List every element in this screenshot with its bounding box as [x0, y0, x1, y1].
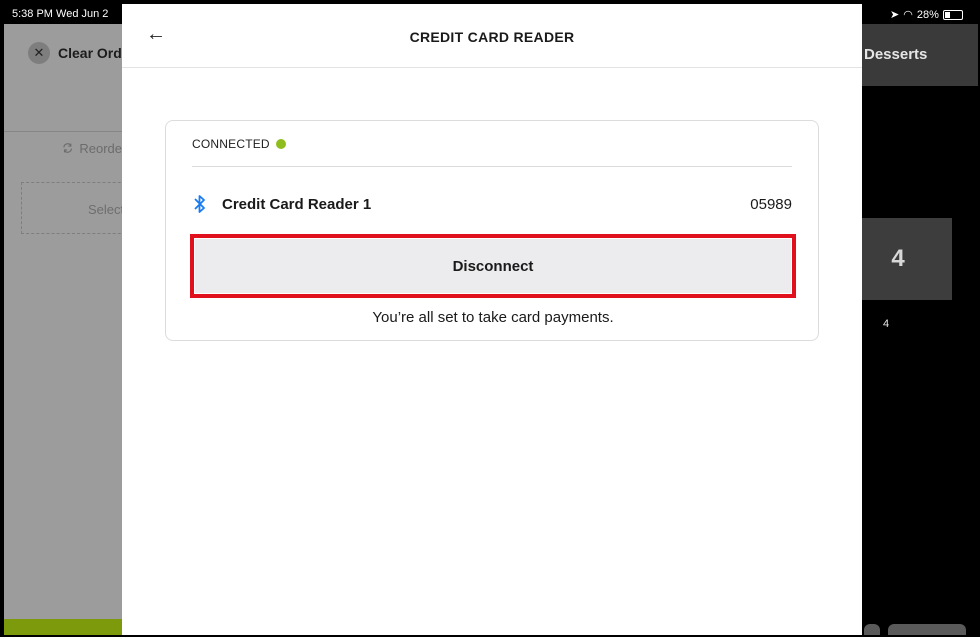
- wifi-icon: ◠: [903, 9, 913, 21]
- location-icon: ➤: [890, 9, 900, 21]
- reader-row: Credit Card Reader 1 05989: [192, 193, 792, 215]
- menu-panel-background: [862, 4, 978, 635]
- battery-percent: 28%: [916, 8, 939, 21]
- reader-name: Credit Card Reader 1: [222, 195, 372, 213]
- reader-serial: 05989: [750, 195, 792, 213]
- menu-tile[interactable]: 4: [862, 218, 952, 300]
- status-dot-icon: [275, 139, 286, 149]
- disconnect-button[interactable]: Disconnect: [195, 239, 791, 293]
- divider: [192, 166, 792, 167]
- clear-order-label: Clear Orde: [58, 45, 122, 61]
- status-bar-right: ➤ ◠ 28%: [890, 8, 963, 21]
- close-icon: ✕: [28, 42, 50, 64]
- refresh-icon: [63, 143, 73, 153]
- bottom-button[interactable]: [864, 624, 880, 635]
- connection-status-label: CONNECTED: [192, 137, 270, 151]
- bluetooth-icon: [194, 195, 205, 213]
- status-message: You’re all set to take card payments.: [372, 309, 614, 326]
- category-tab-desserts[interactable]: Desserts: [864, 46, 927, 63]
- modal-header: ← CREDIT CARD READER: [122, 4, 862, 68]
- bottom-button[interactable]: [888, 624, 966, 635]
- divider: [4, 131, 122, 132]
- credit-card-reader-modal: ← CREDIT CARD READER CONNECTED Credit Ca…: [122, 4, 862, 635]
- menu-tile-label: 4: [883, 318, 890, 330]
- status-bar-time: 5:38 PM Wed Jun 2: [4, 4, 122, 24]
- clear-order-button[interactable]: ✕ Clear Orde: [28, 42, 122, 64]
- select-label: Select: [88, 202, 125, 217]
- order-panel-background: [4, 4, 122, 635]
- pay-bar[interactable]: [4, 619, 122, 635]
- select-customer-box[interactable]: Select: [21, 182, 131, 234]
- app-frame: 5:38 PM Wed Jun 2 ✕ Clear Orde Reorde Se…: [0, 0, 980, 637]
- reader-card: CONNECTED Credit Card Reader 1 05989 Dis…: [165, 120, 819, 341]
- reorder-button[interactable]: Reorde: [62, 140, 122, 156]
- battery-icon: [942, 9, 963, 20]
- modal-title: CREDIT CARD READER: [409, 29, 575, 45]
- connection-status: CONNECTED: [192, 137, 286, 151]
- reorder-label: Reorde: [79, 140, 122, 156]
